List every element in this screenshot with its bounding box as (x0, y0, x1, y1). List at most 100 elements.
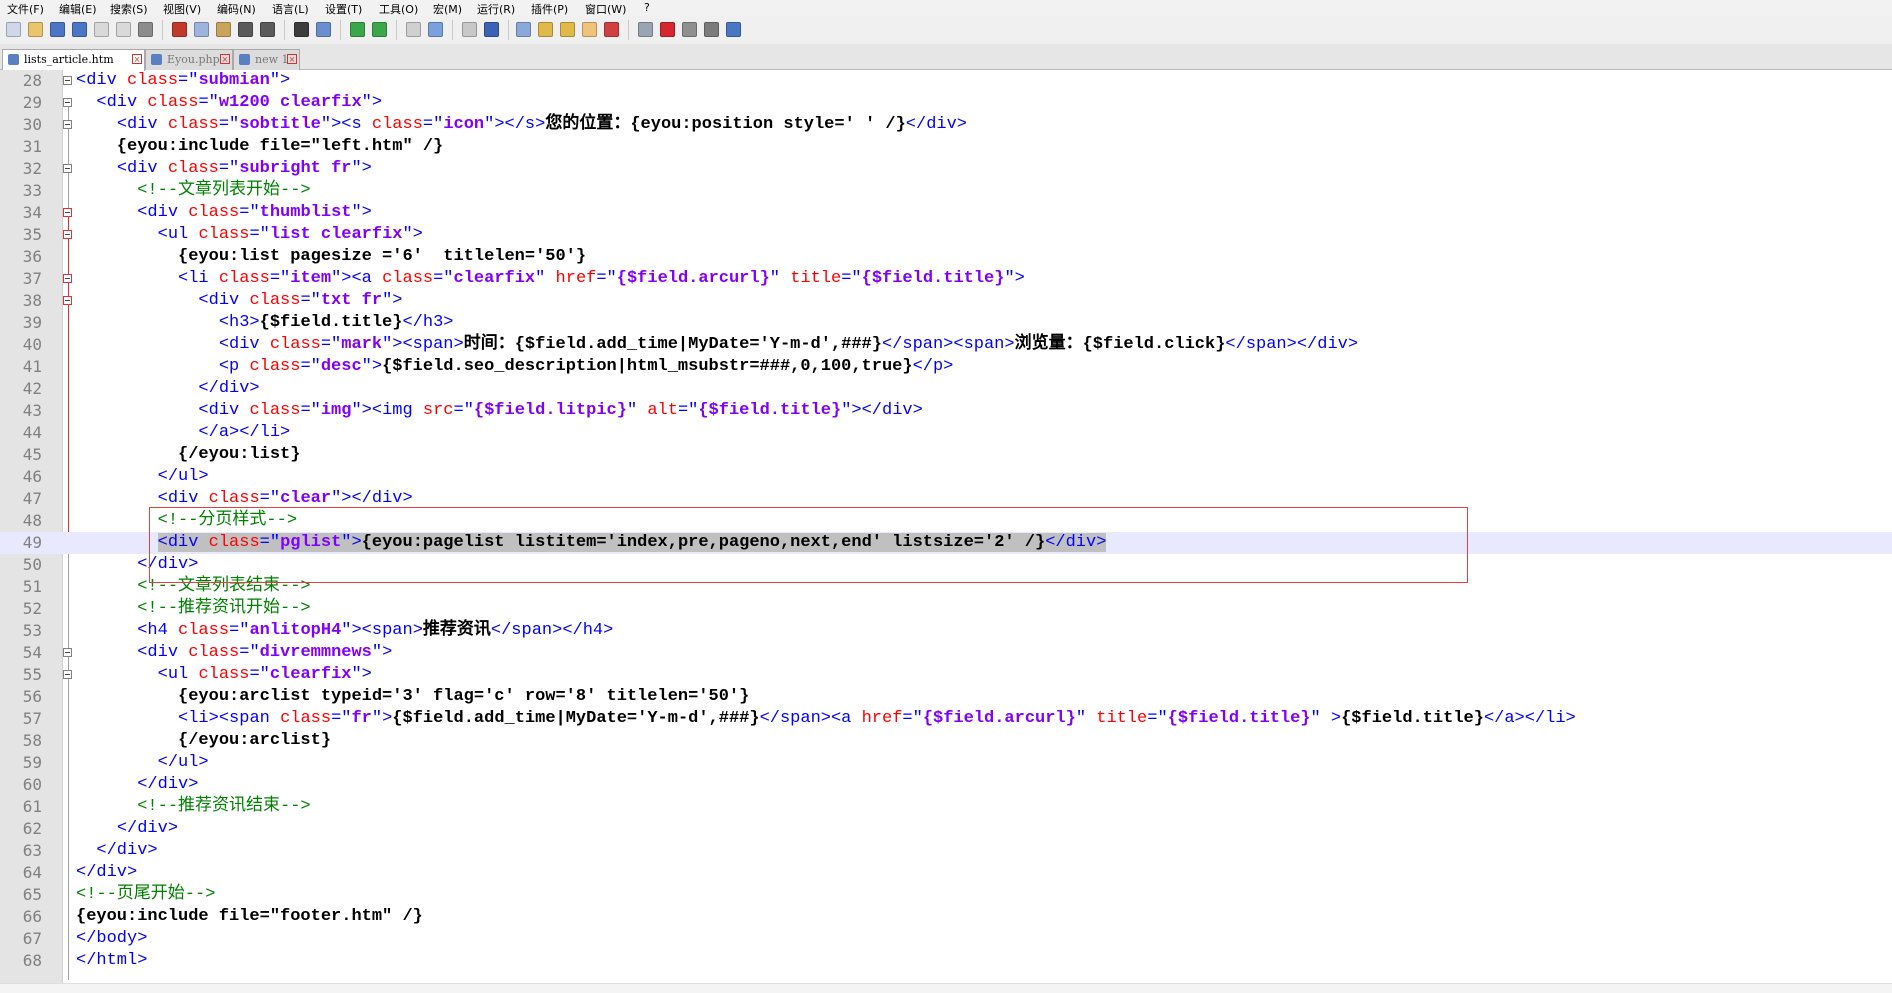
sync-vertical-icon[interactable] (406, 22, 421, 37)
close-icon[interactable] (94, 22, 109, 37)
code-line-52[interactable]: 52 <!--推荐资讯开始--> (0, 598, 1892, 620)
fold-toggle-icon[interactable] (63, 648, 72, 657)
cut-icon[interactable] (172, 22, 187, 37)
code-line-41[interactable]: 41 <p class="desc">{$field.seo_descripti… (0, 356, 1892, 378)
menu-item-5[interactable]: 语言(L) (272, 1, 309, 17)
zoom-in-icon[interactable] (350, 22, 365, 37)
record-macro-icon[interactable] (638, 22, 653, 37)
code-line-42[interactable]: 42 </div> (0, 378, 1892, 400)
code-line-35[interactable]: 35 <ul class="list clearfix"> (0, 224, 1892, 246)
code-line-61[interactable]: 61 <!--推荐资讯结束--> (0, 796, 1892, 818)
tab-close-icon[interactable]: × (287, 54, 297, 64)
code-line-39[interactable]: 39 <h3>{$field.title}</h3> (0, 312, 1892, 334)
code-line-30[interactable]: 30 <div class="sobtitle"><s class="icon"… (0, 114, 1892, 136)
code-line-33[interactable]: 33 <!--文章列表开始--> (0, 180, 1892, 202)
fold-toggle-icon[interactable] (63, 208, 72, 217)
menu-item-11[interactable]: 窗口(W) (585, 1, 626, 17)
function-list-icon[interactable] (560, 22, 575, 37)
menu-item-6[interactable]: 设置(T) (325, 1, 362, 17)
open-file-icon[interactable] (28, 22, 43, 37)
run-macro-multiple-icon[interactable] (704, 22, 719, 37)
code-line-54[interactable]: 54 <div class="divremmnews"> (0, 642, 1892, 664)
save-all-icon[interactable] (72, 22, 87, 37)
code-line-63[interactable]: 63 </div> (0, 840, 1892, 862)
menu-item-12[interactable]: ? (644, 1, 650, 14)
file-icon (151, 54, 162, 65)
tab-close-icon[interactable]: × (132, 54, 142, 64)
code-line-37[interactable]: 37 <li class="item"><a class="clearfix" … (0, 268, 1892, 290)
code-line-44[interactable]: 44 </a></li> (0, 422, 1892, 444)
tab-2[interactable]: new 1 × (233, 49, 300, 70)
fold-toggle-icon[interactable] (63, 274, 72, 283)
replace-icon[interactable] (316, 22, 331, 37)
redo-icon[interactable] (260, 22, 275, 37)
tab-1[interactable]: Eyou.php × (145, 49, 233, 70)
print-icon[interactable] (138, 22, 153, 37)
code-line-57[interactable]: 57 <li><span class="fr">{$field.add_time… (0, 708, 1892, 730)
fold-toggle-icon[interactable] (63, 230, 72, 239)
save-macro-icon[interactable] (726, 22, 741, 37)
menu-item-3[interactable]: 视图(V) (163, 1, 201, 17)
code-line-56[interactable]: 56 {eyou:arclist typeid='3' flag='c' row… (0, 686, 1892, 708)
zoom-out-icon[interactable] (372, 22, 387, 37)
code-token: class (127, 71, 179, 90)
close-all-icon[interactable] (116, 22, 131, 37)
fold-toggle-icon[interactable] (63, 76, 72, 85)
code-line-34[interactable]: 34 <div class="thumblist"> (0, 202, 1892, 224)
tab-0[interactable]: lists_article.htm × (2, 49, 145, 71)
menu-item-2[interactable]: 搜索(S) (110, 1, 148, 17)
menu-item-1[interactable]: 编辑(E) (59, 1, 97, 17)
code-line-60[interactable]: 60 </div> (0, 774, 1892, 796)
fold-toggle-icon[interactable] (63, 296, 72, 305)
code-line-67[interactable]: 67 </body> (0, 928, 1892, 950)
save-icon[interactable] (50, 22, 65, 37)
menu-item-8[interactable]: 宏(M) (433, 1, 462, 17)
horizontal-scrollbar[interactable] (0, 983, 1892, 993)
menu-item-10[interactable]: 插件(P) (531, 1, 568, 17)
menu-item-4[interactable]: 编码(N) (217, 1, 256, 17)
stop-macro-icon[interactable] (660, 22, 675, 37)
code-line-29[interactable]: 29 <div class="w1200 clearfix"> (0, 92, 1892, 114)
menu-item-9[interactable]: 运行(R) (477, 1, 515, 17)
code-line-68[interactable]: 68 </html> (0, 950, 1892, 972)
code-line-38[interactable]: 38 <div class="txt fr"> (0, 290, 1892, 312)
doc-map-icon[interactable] (538, 22, 553, 37)
indent-guide-icon[interactable] (516, 22, 531, 37)
code-line-53[interactable]: 53 <h4 class="anlitopH4"><span>推荐资讯</spa… (0, 620, 1892, 642)
code-line-65[interactable]: 65 <!--页尾开始--> (0, 884, 1892, 906)
new-file-icon[interactable] (6, 22, 21, 37)
code-line-43[interactable]: 43 <div class="img"><img src="{$field.li… (0, 400, 1892, 422)
folder-workspace-icon[interactable] (582, 22, 597, 37)
menu-item-0[interactable]: 文件(F) (7, 1, 44, 17)
code-line-31[interactable]: 31 {eyou:include file="left.htm" /} (0, 136, 1892, 158)
tab-close-icon[interactable]: × (220, 54, 230, 64)
code-line-55[interactable]: 55 <ul class="clearfix"> (0, 664, 1892, 686)
sync-horizontal-icon[interactable] (428, 22, 443, 37)
code-line-59[interactable]: 59 </ul> (0, 752, 1892, 774)
line-number: 65 (22, 885, 42, 904)
play-macro-icon[interactable] (682, 22, 697, 37)
fold-toggle-icon[interactable] (63, 120, 72, 129)
fold-toggle-icon[interactable] (63, 164, 72, 173)
fold-toggle-icon[interactable] (63, 670, 72, 679)
word-wrap-icon[interactable] (462, 22, 477, 37)
fold-toggle-icon[interactable] (63, 98, 72, 107)
code-line-66[interactable]: 66 {eyou:include file="footer.htm" /} (0, 906, 1892, 928)
code-line-28[interactable]: 28 <div class="submian"> (0, 70, 1892, 92)
code-line-45[interactable]: 45 {/eyou:list} (0, 444, 1892, 466)
code-line-36[interactable]: 36 {eyou:list pagesize ='6' titlelen='50… (0, 246, 1892, 268)
code-token: 推荐资讯 (422, 621, 491, 640)
code-line-46[interactable]: 46 </ul> (0, 466, 1892, 488)
code-line-58[interactable]: 58 {/eyou:arclist} (0, 730, 1892, 752)
show-all-chars-icon[interactable] (484, 22, 499, 37)
paste-icon[interactable] (216, 22, 231, 37)
copy-icon[interactable] (194, 22, 209, 37)
find-icon[interactable] (294, 22, 309, 37)
menu-item-7[interactable]: 工具(O) (379, 1, 418, 17)
code-line-62[interactable]: 62 </div> (0, 818, 1892, 840)
code-line-64[interactable]: 64 </div> (0, 862, 1892, 884)
undo-icon[interactable] (238, 22, 253, 37)
monitor-icon[interactable] (604, 22, 619, 37)
code-line-32[interactable]: 32 <div class="subright fr"> (0, 158, 1892, 180)
code-line-40[interactable]: 40 <div class="mark"><span>时间：{$field.ad… (0, 334, 1892, 356)
